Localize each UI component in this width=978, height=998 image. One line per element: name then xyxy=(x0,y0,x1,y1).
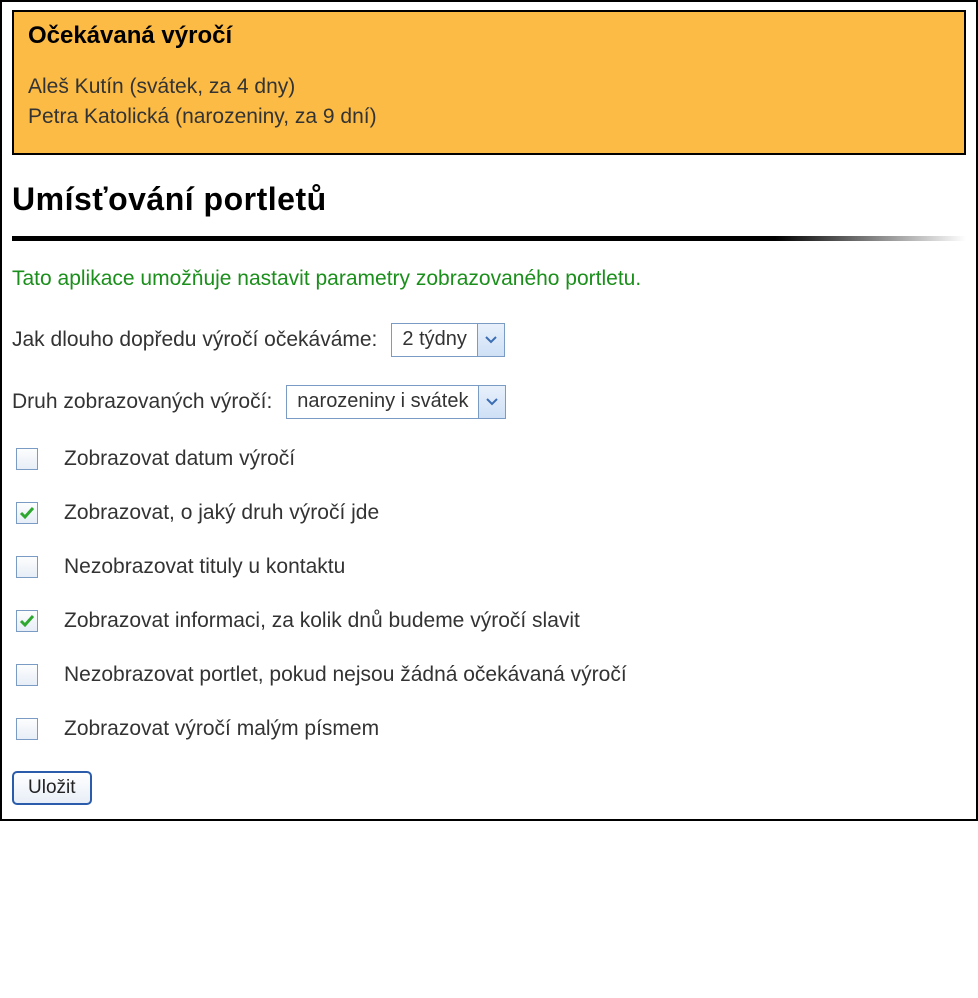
option-label: Nezobrazovat portlet, pokud nejsou žádná… xyxy=(64,663,627,687)
option-row: Nezobrazovat tituly u kontaktu xyxy=(16,555,966,579)
anniversary-type-row: Druh zobrazovaných výročí: narozeniny i … xyxy=(12,385,966,419)
anniversary-item: Petra Katolická (narozeniny, za 9 dní) xyxy=(28,102,950,132)
option-label: Zobrazovat výročí malým písmem xyxy=(64,717,379,741)
anniversary-type-select[interactable]: narozeniny i svátek xyxy=(286,385,506,419)
option-row: Zobrazovat výročí malým písmem xyxy=(16,717,966,741)
option-row: Zobrazovat datum výročí xyxy=(16,447,966,471)
option-label: Zobrazovat informaci, za kolik dnů budem… xyxy=(64,609,580,633)
option-checkbox[interactable] xyxy=(16,556,38,578)
lookahead-label: Jak dlouho dopředu výročí očekáváme: xyxy=(12,328,377,352)
option-checkbox[interactable] xyxy=(16,502,38,524)
anniversaries-title: Očekávaná výročí xyxy=(28,22,950,50)
option-row: Zobrazovat, o jaký druh výročí jde xyxy=(16,501,966,525)
lookahead-value: 2 týdny xyxy=(392,324,476,356)
chevron-down-icon[interactable] xyxy=(477,324,504,356)
option-row: Zobrazovat informaci, za kolik dnů budem… xyxy=(16,609,966,633)
save-button[interactable]: Uložit xyxy=(12,771,92,805)
heading-separator xyxy=(12,236,966,241)
option-checkbox[interactable] xyxy=(16,448,38,470)
anniversary-type-label: Druh zobrazovaných výročí: xyxy=(12,390,272,414)
options-list: Zobrazovat datum výročí Zobrazovat, o ja… xyxy=(16,447,966,741)
anniversary-type-value: narozeniny i svátek xyxy=(287,386,478,418)
option-checkbox[interactable] xyxy=(16,718,38,740)
option-checkbox[interactable] xyxy=(16,610,38,632)
lookahead-row: Jak dlouho dopředu výročí očekáváme: 2 t… xyxy=(12,323,966,357)
option-row: Nezobrazovat portlet, pokud nejsou žádná… xyxy=(16,663,966,687)
option-label: Zobrazovat datum výročí xyxy=(64,447,295,471)
option-label: Zobrazovat, o jaký druh výročí jde xyxy=(64,501,379,525)
option-checkbox[interactable] xyxy=(16,664,38,686)
page-title: Umísťování portletů xyxy=(12,181,966,218)
intro-text: Tato aplikace umožňuje nastavit parametr… xyxy=(12,267,966,291)
lookahead-select[interactable]: 2 týdny xyxy=(391,323,504,357)
chevron-down-icon[interactable] xyxy=(478,386,505,418)
anniversary-item: Aleš Kutín (svátek, za 4 dny) xyxy=(28,72,950,102)
anniversaries-panel: Očekávaná výročí Aleš Kutín (svátek, za … xyxy=(12,10,966,155)
option-label: Nezobrazovat tituly u kontaktu xyxy=(64,555,345,579)
